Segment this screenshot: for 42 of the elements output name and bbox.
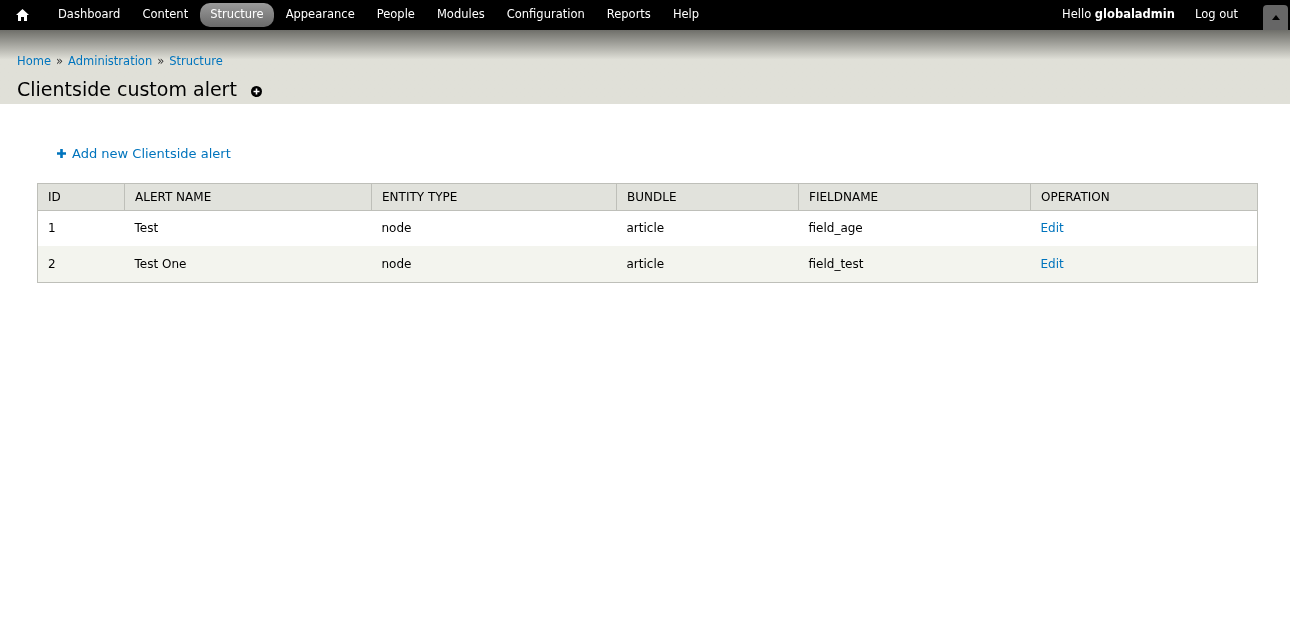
table-cell: node — [381, 221, 412, 236]
table-cell: Test One — [134, 256, 187, 271]
menu-item[interactable]: Structure — [200, 3, 274, 27]
menu-item[interactable]: Modules — [426, 3, 495, 27]
column-header: OPERATION — [1030, 183, 1258, 210]
logout-link[interactable]: Log out — [1194, 6, 1238, 24]
menu-item[interactable]: Appearance — [275, 3, 365, 27]
plus-circle-icon[interactable] — [250, 85, 262, 97]
table-cell: article — [626, 221, 665, 236]
breadcrumb-link[interactable]: Home — [17, 53, 51, 71]
table-cell: node — [381, 256, 412, 271]
edit-link[interactable]: Edit — [1040, 221, 1064, 236]
breadcrumb-separator: » — [55, 53, 63, 70]
table-cell: field_test — [808, 256, 864, 271]
column-header: ENTITY TYPE — [371, 183, 617, 210]
menu-item[interactable]: Reports — [596, 3, 661, 27]
menu-item[interactable]: Help — [662, 3, 710, 27]
table-cell: article — [626, 256, 665, 271]
page-title: Clientside custom alert — [17, 77, 237, 103]
column-header: BUNDLE — [616, 183, 799, 210]
add-alert-link[interactable]: Add new Clientside alert — [57, 144, 231, 164]
caret-icon — [1271, 15, 1280, 20]
table-cell: Test — [134, 221, 159, 236]
column-header: ID — [37, 183, 125, 210]
plus-icon — [57, 149, 66, 159]
greeting-text: Hello globaladmin — [1062, 6, 1175, 24]
column-header: FIELDNAME — [798, 183, 1031, 210]
column-header: ALERT NAME — [124, 183, 372, 210]
table-cell: 1 — [48, 221, 56, 236]
breadcrumb-link[interactable]: Structure — [169, 53, 223, 71]
edit-link[interactable]: Edit — [1040, 256, 1064, 271]
home-icon[interactable] — [16, 9, 29, 21]
menu-item[interactable]: Dashboard — [48, 3, 131, 27]
breadcrumb-link[interactable]: Administration — [68, 53, 153, 71]
collapse-toolbar-button[interactable] — [1263, 5, 1288, 30]
menu-item[interactable]: Content — [132, 3, 199, 27]
menu-item[interactable]: People — [366, 3, 425, 27]
table-cell: 2 — [48, 256, 56, 271]
table-cell: field_age — [808, 221, 863, 236]
breadcrumb-separator: » — [157, 53, 165, 70]
menu-item[interactable]: Configuration — [496, 3, 595, 27]
add-alert-label: Add new Clientside alert — [72, 145, 231, 163]
